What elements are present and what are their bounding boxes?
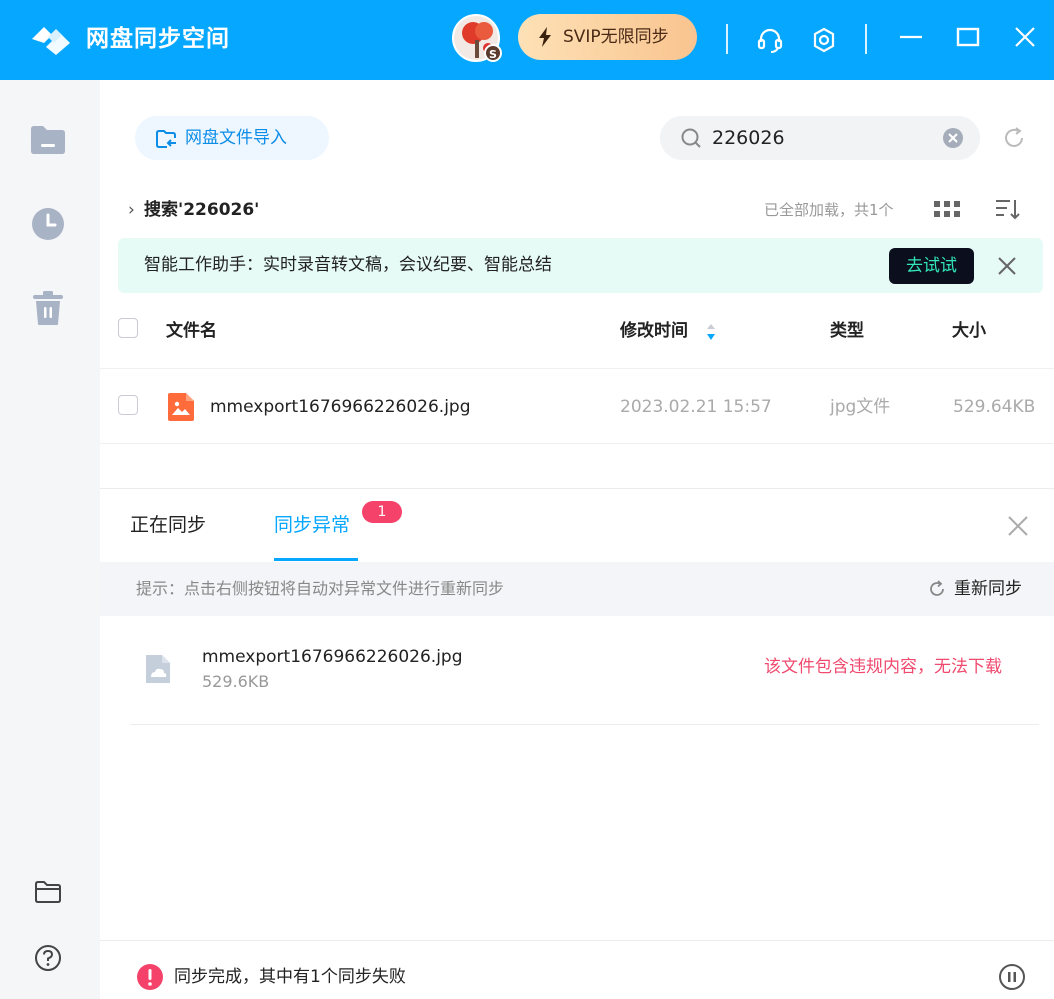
minimize-icon[interactable]: [897, 26, 925, 54]
file-size: 529.64KB: [953, 397, 1036, 417]
svip-label: SVIP无限同步: [563, 27, 669, 47]
column-header-modified[interactable]: 修改时间: [620, 300, 688, 362]
maximize-icon[interactable]: [954, 26, 982, 54]
error-file-size: 529.6KB: [202, 672, 270, 691]
folder-icon[interactable]: [28, 120, 68, 160]
close-icon[interactable]: [1012, 26, 1040, 54]
sort-icon[interactable]: [994, 196, 1020, 222]
vip-level-badge: S: [484, 44, 502, 62]
title-bar: 网盘同步空间 S SVIP无限同步: [0, 0, 1054, 80]
banner-close-icon[interactable]: [996, 255, 1018, 277]
chevron-right-icon[interactable]: ›: [128, 197, 140, 223]
search-icon: [681, 128, 701, 148]
error-message: 该文件包含违规内容，无法下载: [764, 657, 1002, 677]
image-file-icon: [168, 393, 194, 421]
table-row[interactable]: mmexport1676966226026.jpg 2023.02.21 15:…: [100, 368, 1054, 444]
banner-text: 智能工作助手：实时录音转文稿，会议纪要、智能总结: [144, 255, 552, 275]
file-type: jpg文件: [830, 397, 891, 417]
column-header-type[interactable]: 类型: [830, 300, 864, 362]
resync-button[interactable]: 重新同步: [928, 562, 1022, 616]
titlebar-separator: [726, 24, 728, 54]
app-logo-icon: [32, 27, 70, 55]
panel-divider: [100, 488, 1054, 489]
sync-panel-tabs: 正在同步 同步异常 1: [100, 490, 1054, 562]
sort-arrows-icon[interactable]: [705, 322, 717, 342]
breadcrumb: › 搜索'226026': [128, 197, 259, 223]
sidebar: [0, 80, 100, 999]
import-label: 网盘文件导入: [185, 128, 287, 148]
error-file-name: mmexport1676966226026.jpg: [202, 647, 463, 667]
file-modified: 2023.02.21 15:57: [620, 397, 772, 417]
error-count-badge: 1: [362, 501, 402, 523]
promo-banner: 智能工作助手：实时录音转文稿，会议纪要、智能总结 去试试: [118, 238, 1043, 293]
refresh-icon: [930, 580, 944, 596]
import-folder-icon: [156, 130, 176, 148]
lightning-icon: [539, 27, 551, 47]
column-header-name[interactable]: 文件名: [166, 300, 217, 362]
help-icon[interactable]: [32, 942, 64, 974]
hint-bar: 提示：点击右侧按钮将自动对异常文件进行重新同步 重新同步: [100, 562, 1054, 616]
file-name[interactable]: mmexport1676966226026.jpg: [210, 369, 471, 445]
status-footer: 同步完成，其中有1个同步失败: [100, 940, 1054, 999]
settings-icon[interactable]: [810, 26, 838, 54]
app-title: 网盘同步空间: [86, 26, 230, 52]
tab-syncing[interactable]: 正在同步: [130, 490, 206, 560]
row-checkbox[interactable]: [118, 395, 138, 415]
select-all-checkbox[interactable]: [118, 318, 138, 338]
tab-sync-errors[interactable]: 同步异常: [274, 490, 350, 560]
grid-view-icon[interactable]: [934, 199, 960, 219]
clock-icon[interactable]: [28, 204, 68, 244]
list-item[interactable]: mmexport1676966226026.jpg 529.6KB 该文件包含违…: [130, 617, 1039, 725]
import-cloud-files-button[interactable]: 网盘文件导入: [135, 116, 329, 160]
clear-search-icon[interactable]: [942, 127, 964, 149]
trash-icon[interactable]: [28, 288, 68, 328]
alert-icon: [137, 964, 163, 990]
column-header-size[interactable]: 大小: [952, 300, 986, 362]
panel-close-icon[interactable]: [1006, 514, 1030, 538]
headset-icon[interactable]: [756, 26, 784, 54]
titlebar-separator: [865, 24, 867, 54]
table-header: 文件名 修改时间 类型 大小: [100, 300, 1054, 364]
search-input[interactable]: [710, 122, 940, 154]
folder-outline-icon[interactable]: [32, 876, 64, 908]
hint-text: 提示：点击右侧按钮将自动对异常文件进行重新同步: [136, 579, 505, 598]
resync-label: 重新同步: [954, 579, 1022, 599]
broken-image-file-icon: [146, 655, 170, 683]
search-box: [660, 116, 980, 160]
pause-icon[interactable]: [998, 963, 1026, 991]
banner-try-button[interactable]: 去试试: [889, 248, 974, 284]
list-load-status: 已全部加载，共1个: [764, 201, 894, 219]
sync-status-text: 同步完成，其中有1个同步失败: [174, 967, 406, 987]
breadcrumb-current: 搜索'226026': [144, 200, 260, 220]
refresh-icon[interactable]: [1002, 126, 1026, 150]
active-tab-indicator: [274, 558, 358, 561]
svip-button[interactable]: SVIP无限同步: [518, 14, 697, 60]
